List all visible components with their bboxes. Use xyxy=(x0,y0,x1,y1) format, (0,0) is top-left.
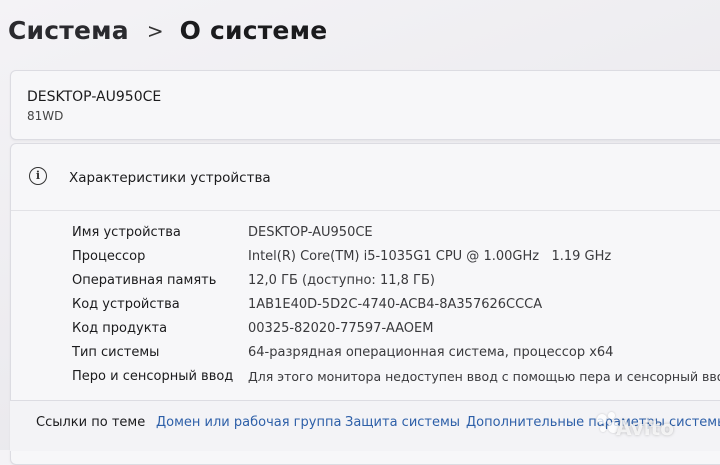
spec-label: Оперативная память xyxy=(72,273,217,288)
spec-row: Имя устройства DESKTOP-AU950CE xyxy=(11,223,720,247)
device-specs-header[interactable]: i Характеристики устройства xyxy=(11,144,720,211)
spec-label: Имя устройства xyxy=(72,225,181,240)
spec-row: Код продукта 00325-82020-77597-AAOEM xyxy=(11,319,720,343)
spec-value: 1AB1E40D-5D2C-4740-ACB4-8A357626CCCA xyxy=(248,297,543,312)
spec-row: Код устройства 1AB1E40D-5D2C-4740-ACB4-8… xyxy=(11,295,720,319)
spec-label: Процессор xyxy=(72,249,146,264)
spec-value: Intel(R) Core(TM) i5-1035G1 CPU @ 1.00GH… xyxy=(248,249,612,264)
device-specs-title: Характеристики устройства xyxy=(69,170,271,186)
breadcrumb-system-link[interactable]: Система xyxy=(8,16,129,45)
link-system-protection[interactable]: Защита системы xyxy=(345,415,460,430)
link-domain-workgroup[interactable]: Домен или рабочая группа xyxy=(156,415,341,430)
spec-row: Перо и сенсорный ввод Для этого монитора… xyxy=(11,367,720,391)
page-title: О системе xyxy=(179,16,328,45)
watermark: Avito xyxy=(616,416,674,440)
spec-label: Код продукта xyxy=(72,321,168,336)
chevron-right-icon: > xyxy=(146,18,164,43)
spec-value: Для этого монитора недоступен ввод с пом… xyxy=(248,369,720,384)
spec-value: 64-разрядная операционная система, проце… xyxy=(248,345,614,360)
spec-label: Тип системы xyxy=(72,345,160,360)
info-icon: i xyxy=(29,167,47,185)
link-advanced-system-settings[interactable]: Дополнительные параметры системы xyxy=(466,415,720,430)
spec-row: Оперативная память 12,0 ГБ (доступно: 11… xyxy=(11,271,720,295)
spec-row: Процессор Intel(R) Core(TM) i5-1035G1 CP… xyxy=(11,247,720,271)
related-links-label: Ссылки по теме xyxy=(36,415,146,430)
spec-label: Код устройства xyxy=(72,297,180,312)
spec-row: Тип системы 64-разрядная операционная си… xyxy=(11,343,720,367)
spec-value: 00325-82020-77597-AAOEM xyxy=(248,321,434,336)
device-name: DESKTOP-AU950CE xyxy=(27,89,162,105)
breadcrumb: Система > О системе xyxy=(8,16,327,45)
device-name-card: DESKTOP-AU950CE 81WD xyxy=(10,70,720,140)
spec-value: DESKTOP-AU950CE xyxy=(248,225,373,240)
spec-label: Перо и сенсорный ввод xyxy=(72,369,234,384)
device-model: 81WD xyxy=(27,109,64,123)
spec-value: 12,0 ГБ (доступно: 11,8 ГБ) xyxy=(248,273,435,288)
